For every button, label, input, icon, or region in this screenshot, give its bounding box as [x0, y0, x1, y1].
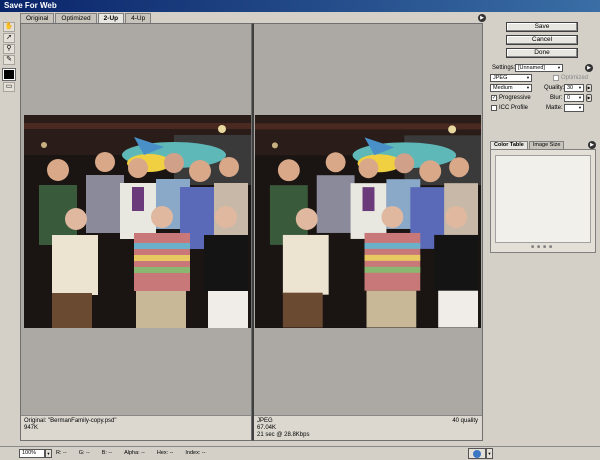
cancel-button[interactable]: Cancel	[506, 35, 578, 45]
panel-tabs: Color Table Image Size	[490, 141, 565, 149]
view-menu-button[interactable]: ▶	[478, 14, 486, 22]
browser-dropdown-arrow-icon[interactable]: ▼	[486, 448, 493, 459]
blur-slider-arrow-icon[interactable]: ▶	[586, 94, 592, 102]
delete-color-icon[interactable]: ■	[549, 244, 555, 250]
hand-tool-icon[interactable]: ✋	[3, 22, 15, 32]
red-readout: R: --	[56, 450, 67, 456]
color-table: ■■■■	[490, 149, 596, 253]
blue-readout: B: --	[101, 450, 113, 456]
quality-label: Quality:	[544, 85, 565, 91]
matte-label: Matte:	[546, 105, 563, 111]
matte-select[interactable]	[564, 104, 584, 112]
optimized-download-time: 21 sec @ 28.8Kbps	[257, 432, 310, 438]
settings-menu-button[interactable]: ▶	[585, 64, 593, 72]
quality-slider-arrow-icon[interactable]: ▶	[586, 84, 592, 92]
toggle-slices-icon[interactable]: ▭	[3, 82, 15, 92]
progressive-label: Progressive	[499, 95, 531, 101]
original-filename: Original: "BermanFamily-copy.psd"	[24, 418, 117, 424]
optimized-format: JPEG	[257, 418, 273, 424]
original-pane: Original: "BermanFamily-copy.psd" 947K	[20, 23, 252, 441]
optimized-label: Optimized	[561, 75, 589, 81]
tab-2-up[interactable]: 2-Up	[97, 13, 125, 23]
optimized-filesize: 67.04K	[257, 425, 277, 431]
zoom-level-field[interactable]: 100%	[19, 449, 45, 458]
original-image	[24, 115, 251, 328]
green-readout: G: --	[78, 450, 90, 456]
tab-4-up[interactable]: 4-Up	[125, 13, 152, 23]
zoom-dropdown-arrow-icon[interactable]: ▼	[45, 449, 52, 458]
alpha-readout: Alpha: --	[124, 450, 145, 456]
progressive-checkbox[interactable]: ✓	[491, 95, 497, 101]
save-button[interactable]: Save	[506, 22, 578, 32]
done-button[interactable]: Done	[506, 48, 578, 58]
blur-label: Blur:	[550, 95, 563, 101]
tab-original[interactable]: Original	[20, 13, 55, 23]
pixel-info: R: -- G: -- B: -- Alpha: -- Hex: -- Inde…	[56, 450, 206, 457]
optimized-checkbox[interactable]	[553, 75, 559, 81]
optimized-info: JPEG 67.04K 21 sec @ 28.8Kbps 40 quality	[254, 415, 482, 440]
index-readout: Index: --	[185, 450, 206, 456]
icc-profile-label: ICC Profile	[499, 105, 529, 111]
status-bar: 100% ▼ R: -- G: -- B: -- Alpha: -- Hex: …	[0, 446, 600, 460]
hex-readout: Hex: --	[156, 450, 174, 456]
format-select[interactable]: JPEG	[490, 74, 532, 82]
tab-color-table[interactable]: Color Table	[490, 141, 528, 149]
optimized-image	[255, 115, 481, 328]
color-table-swatches	[495, 155, 591, 243]
settings-panel: Save Cancel Done Settings: [Unnamed] ▶ J…	[488, 20, 598, 440]
blur-input[interactable]: 0	[564, 94, 584, 102]
preview-in-browser-icon[interactable]	[468, 448, 486, 459]
color-table-menu-button[interactable]: ▶	[588, 141, 596, 149]
eyedropper-tool-icon[interactable]: ✎	[3, 55, 15, 65]
quality-input[interactable]: 30	[564, 84, 584, 92]
window-title: Save For Web	[0, 0, 600, 12]
optimized-quality-note: 40 quality	[452, 418, 478, 424]
view-tabs: Original Optimized 2-Up 4-Up	[20, 13, 152, 23]
toolbox: ✋ ➚ ⚲ ✎ ▭	[2, 22, 16, 93]
original-filesize: 947K	[24, 425, 39, 431]
optimized-pane: JPEG 67.04K 21 sec @ 28.8Kbps 40 quality	[252, 23, 483, 441]
slice-select-tool-icon[interactable]: ➚	[3, 33, 15, 43]
tab-image-size[interactable]: Image Size	[528, 141, 565, 149]
eyedropper-color-swatch[interactable]	[2, 68, 16, 81]
color-table-actions: ■■■■	[491, 244, 595, 250]
settings-label: Settings:	[492, 65, 516, 71]
quality-level-select[interactable]: Medium	[490, 84, 532, 92]
tab-optimized[interactable]: Optimized	[55, 13, 97, 23]
original-info: Original: "BermanFamily-copy.psd" 947K	[21, 415, 251, 440]
zoom-tool-icon[interactable]: ⚲	[3, 44, 15, 54]
settings-preset-select[interactable]: [Unnamed]	[515, 64, 563, 72]
icc-profile-checkbox[interactable]	[491, 105, 497, 111]
